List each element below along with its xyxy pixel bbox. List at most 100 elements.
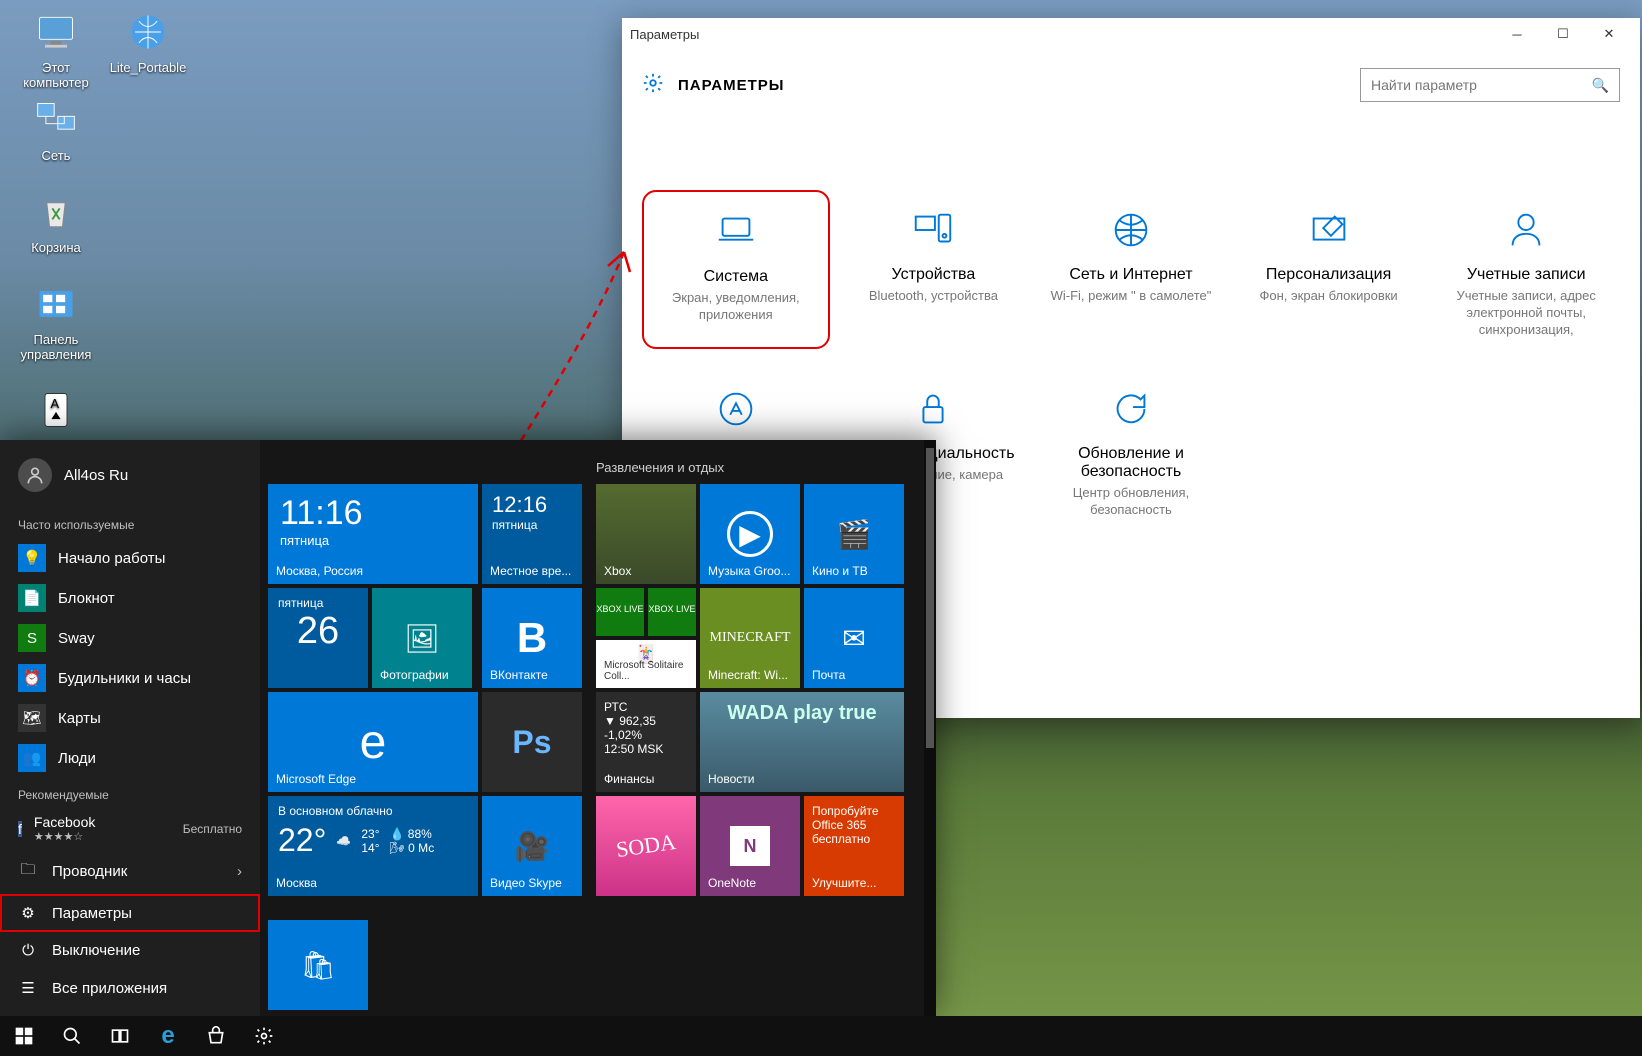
window-maximize[interactable]: ☐ [1540, 18, 1586, 50]
tile-xbl2[interactable]: XBOX LIVE [648, 588, 696, 636]
start-scrollbar[interactable] [924, 440, 936, 1016]
start-explorer[interactable]: 🗀Проводник› [0, 849, 260, 894]
tile-label: OneNote [708, 876, 756, 890]
taskbar-store[interactable] [192, 1016, 240, 1056]
start-item-notepad[interactable]: 📄Блокнот [0, 578, 260, 618]
tile-xbox[interactable]: Xbox [596, 484, 696, 584]
start-power[interactable]: ⏻Выключение [0, 932, 260, 969]
tile-calendar[interactable]: пятница 26 [268, 588, 368, 688]
tile-movies[interactable]: 🎬 Кино и ТВ [804, 484, 904, 584]
desktop-icon-lite[interactable]: Lite_Portable [106, 8, 190, 75]
tile-groove[interactable]: ▶ Музыка Groo... [700, 484, 800, 584]
clock-day: пятница [268, 533, 478, 548]
settings-card-system[interactable]: Система Экран, уведомления, приложения [642, 190, 830, 349]
tile-onenote[interactable]: N OneNote [700, 796, 800, 896]
tile-label: Улучшите... [812, 876, 876, 890]
rec-name: Facebook [34, 814, 95, 830]
gear-icon [642, 72, 664, 99]
explorer-icon: 🗀 [18, 859, 38, 884]
computer-icon [32, 8, 80, 56]
gear-icon: ⚙ [18, 904, 38, 922]
taskbar-settings[interactable] [240, 1016, 288, 1056]
avatar-icon [18, 458, 52, 492]
window-titlebar[interactable]: Параметры ─ ☐ ✕ [622, 18, 1640, 50]
weather-loc: Москва [276, 876, 317, 890]
card-title: Обновление и безопасность [1047, 445, 1215, 481]
tile-office[interactable]: Попробуйте Office 365 бесплатно Улучшите… [804, 796, 904, 896]
tile-minecraft[interactable]: MINECRAFT Minecraft: Wi... [700, 588, 800, 688]
start-user[interactable]: All4os Ru [0, 454, 260, 508]
desktop-icon-computer[interactable]: Этот компьютер [14, 8, 98, 90]
power-icon: ⏻ [18, 942, 38, 959]
tile-clock1[interactable]: 11:16 пятница Москва, Россия [268, 484, 478, 584]
internet-icon [124, 8, 172, 56]
card-title: Персонализация [1245, 266, 1413, 284]
cal-num: 26 [268, 610, 368, 653]
start-settings[interactable]: ⚙ Параметры [0, 894, 260, 932]
settings-card-personalization[interactable]: Персонализация Фон, экран блокировки [1235, 190, 1423, 349]
taskbar-edge[interactable]: e [144, 1016, 192, 1056]
item-label: Люди [58, 750, 96, 767]
start-item-maps[interactable]: 🗺Карты [0, 698, 260, 738]
tile-label: Xbox [604, 564, 631, 578]
tile-edge[interactable]: e Microsoft Edge [268, 692, 478, 792]
tile-photos[interactable]: 🖼 Фотографии [372, 588, 472, 688]
tile-soda[interactable]: SODA [596, 796, 696, 896]
btn-label: Проводник [52, 863, 127, 880]
tile-weather[interactable]: В основном облачно 22° ☁️ 23°14° 💧 88%🌬 … [268, 796, 478, 896]
start-rec-facebook[interactable]: f Facebook ★★★★☆ Бесплатно [0, 808, 260, 849]
settings-card-network[interactable]: Сеть и Интернет Wi-Fi, режим " в самолет… [1037, 190, 1225, 349]
scrollbar-thumb[interactable] [926, 448, 934, 748]
window-minimize[interactable]: ─ [1494, 18, 1540, 50]
taskbar-search[interactable] [48, 1016, 96, 1056]
start-item-sway[interactable]: SSway [0, 618, 260, 658]
btn-label: Параметры [52, 905, 132, 922]
window-close[interactable]: ✕ [1586, 18, 1632, 50]
search-icon: 🔍 [1592, 77, 1609, 94]
desktop-icon-network[interactable]: Сеть [14, 96, 98, 163]
desktop-icon-control-panel[interactable]: Панель управления [14, 280, 98, 362]
settings-card-devices[interactable]: Устройства Bluetooth, устройства [840, 190, 1028, 349]
card-desc: Учетные записи, адрес электронной почты,… [1442, 288, 1610, 339]
item-label: Начало работы [58, 550, 165, 567]
start-all-apps[interactable]: ☰Все приложения [0, 969, 260, 1007]
tile-label: Фотографии [380, 668, 449, 682]
rec-free: Бесплатно [183, 822, 242, 836]
tile-label: Музыка Groo... [708, 564, 790, 578]
tile-label: Новости [708, 772, 754, 786]
tile-store[interactable]: 🛍 [268, 920, 368, 1010]
tile-vk[interactable]: В ВКонтакте [482, 588, 582, 688]
rec-label: Рекомендуемые [0, 778, 260, 808]
rec-stars: ★★★★☆ [34, 830, 95, 843]
settings-card-update[interactable]: Обновление и безопасность Центр обновлен… [1037, 369, 1225, 529]
task-view[interactable] [96, 1016, 144, 1056]
start-item-get-started[interactable]: 💡Начало работы [0, 538, 260, 578]
start-button[interactable] [0, 1016, 48, 1056]
tile-mail[interactable]: ✉ Почта [804, 588, 904, 688]
tile-news[interactable]: WADA play true Новости [700, 692, 904, 792]
start-item-alarms[interactable]: ⏰Будильники и часы [0, 658, 260, 698]
tile-clock2[interactable]: 12:16 пятница Местное вре... [482, 484, 582, 584]
tile-skype[interactable]: 🎥 Видео Skype [482, 796, 582, 896]
desktop-icon-label: Этот компьютер [14, 60, 98, 90]
clock-time: 12:16 [482, 484, 582, 518]
search-input[interactable]: Найти параметр 🔍 [1360, 68, 1620, 102]
desktop-icon-solitaire[interactable]: A [14, 386, 98, 438]
settings-card-accounts[interactable]: Учетные записи Учетные записи, адрес эле… [1432, 190, 1620, 349]
lock-icon [850, 379, 1018, 439]
item-label: Блокнот [58, 590, 115, 607]
tile-finance[interactable]: РТС ▼ 962,35 -1,02% 12:50 MSK Финансы [596, 692, 696, 792]
tile-photoshop[interactable]: Ps [482, 692, 582, 792]
start-item-people[interactable]: 👥Люди [0, 738, 260, 778]
tile-label: ВКонтакте [490, 668, 548, 682]
item-label: Sway [58, 630, 95, 647]
clock-loc: Местное вре... [490, 564, 571, 578]
ps-icon: Ps [482, 692, 582, 792]
desktop-icon-recycle[interactable]: Корзина [14, 188, 98, 255]
card-desc: Wi-Fi, режим " в самолете" [1047, 288, 1215, 305]
svg-text:A: A [51, 396, 60, 411]
tile-xbl1[interactable]: XBOX LIVE [596, 588, 644, 636]
tile-solitaire[interactable]: 🃏 Microsoft Solitaire Coll... [596, 640, 696, 688]
user-name: All4os Ru [64, 467, 128, 484]
devices-icon [850, 200, 1018, 260]
